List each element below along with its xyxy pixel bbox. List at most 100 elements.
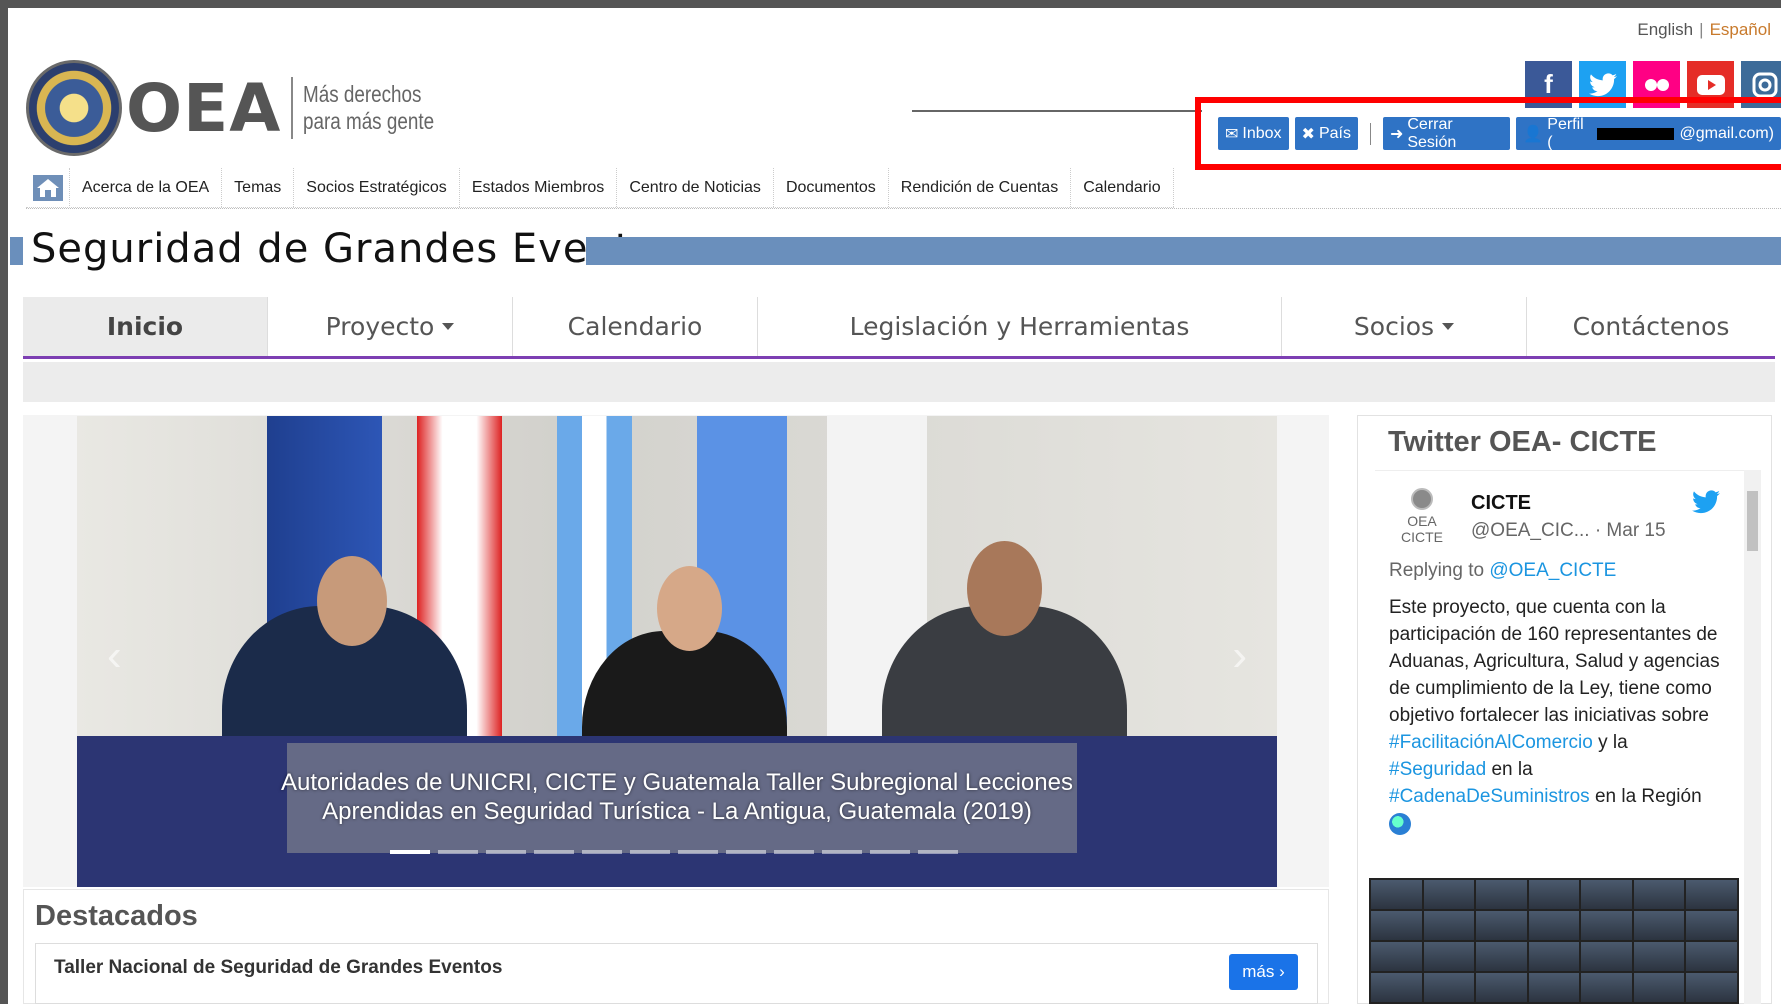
header-divider [912, 110, 1202, 112]
nav-socios-estrategicos[interactable]: Socios Estratégicos [294, 168, 460, 207]
nav-documentos[interactable]: Documentos [774, 168, 889, 207]
carousel-indicator[interactable] [726, 850, 766, 854]
person-right-head [967, 541, 1042, 636]
userbar-separator [1369, 122, 1371, 145]
tweet-region: en la Región [1589, 786, 1702, 807]
tab-calendario-label: Calendario [567, 312, 703, 341]
avatar-line-1: OEA [1407, 513, 1437, 529]
pais-label: País [1318, 124, 1351, 142]
more-label: más [1242, 962, 1275, 981]
pais-button[interactable]: ✖ País [1294, 117, 1358, 150]
tagline-line-2: para más gente [303, 108, 435, 134]
carousel-indicator[interactable] [390, 850, 430, 854]
top-navigation: Acerca de la OEA Temas Socios Estratégic… [26, 168, 1174, 208]
caption-line-2: Aprendidas en Seguridad Turística - La A… [322, 798, 1032, 825]
image-carousel[interactable]: Autoridades de UNICRI, CICTE y Guatemala… [77, 416, 1277, 887]
carousel-indicator[interactable] [870, 850, 910, 854]
carousel-indicator[interactable] [678, 850, 718, 854]
profile-label-prefix: Perfil ( [1547, 115, 1584, 151]
video-call-tile [1581, 880, 1632, 909]
nav-calendario[interactable]: Calendario [1071, 168, 1174, 207]
lang-espanol-link[interactable]: Español [1710, 20, 1771, 39]
oas-seal-icon [26, 60, 122, 156]
video-call-tile [1371, 911, 1422, 940]
avatar-line-2: CICTE [1401, 529, 1443, 545]
twitter-bird-icon[interactable] [1692, 490, 1722, 514]
chevron-left-icon[interactable]: ‹ [107, 631, 122, 681]
video-call-tile [1423, 973, 1475, 1002]
nav-centro-noticias[interactable]: Centro de Noticias [617, 168, 774, 207]
tweet-media-image[interactable] [1369, 878, 1739, 1004]
logo-tagline: Más derechos para más gente [303, 81, 434, 135]
video-call-tile [1581, 911, 1632, 940]
nav-estados-miembros[interactable]: Estados Miembros [460, 168, 618, 207]
video-call-tile [1633, 880, 1685, 909]
title-bar [586, 237, 1781, 265]
hashtag-facilitacion[interactable]: #FacilitaciónAlComercio [1389, 732, 1593, 753]
tab-inicio[interactable]: Inicio [23, 297, 268, 356]
nav-temas[interactable]: Temas [222, 168, 295, 207]
replying-handle-link[interactable]: @OEA_CICTE [1489, 560, 1616, 581]
video-call-tile [1476, 911, 1527, 940]
carousel-indicator[interactable] [774, 850, 814, 854]
home-link[interactable] [26, 168, 70, 208]
tab-calendario[interactable]: Calendario [513, 297, 758, 356]
carousel-indicators [390, 850, 958, 854]
video-call-tile [1686, 911, 1737, 940]
lang-english-link[interactable]: English [1637, 20, 1693, 39]
person-left-head [317, 556, 387, 646]
tweet-in: en la [1486, 759, 1533, 780]
user-toolbar: ✉ Inbox ✖ País ➜ Cerrar Sesión 👤 Perfil … [1218, 115, 1781, 151]
more-button[interactable]: más › [1229, 954, 1298, 990]
caret-down-icon [442, 323, 455, 330]
nav-acerca[interactable]: Acerca de la OEA [70, 168, 223, 207]
logout-button[interactable]: ➜ Cerrar Sesión [1382, 116, 1511, 151]
carousel-indicator[interactable] [630, 850, 670, 854]
tab-proyecto[interactable]: Proyecto [268, 297, 513, 356]
hashtag-cadena[interactable]: #CadenaDeSuministros [1389, 786, 1590, 807]
profile-button[interactable]: 👤 Perfil (@gmail.com) [1516, 115, 1781, 151]
destacados-item-title[interactable]: Taller Nacional de Seguridad de Grandes … [54, 957, 502, 979]
video-call-tile [1476, 880, 1527, 909]
chevron-right-icon: › [1279, 962, 1285, 981]
tab-socios-label: Socios [1353, 312, 1435, 341]
replying-prefix: Replying to [1389, 560, 1490, 581]
tab-inicio-label: Inicio [106, 312, 184, 341]
chevron-right-icon[interactable]: › [1232, 631, 1247, 681]
home-icon [32, 175, 63, 201]
nav-rendicion-cuentas[interactable]: Rendición de Cuentas [889, 168, 1072, 207]
inbox-button[interactable]: ✉ Inbox [1218, 117, 1289, 150]
video-call-tile [1686, 880, 1737, 909]
tagline-line-1: Más derechos [303, 81, 422, 107]
carousel-indicator[interactable] [438, 850, 478, 854]
carousel-indicator[interactable] [582, 850, 622, 854]
carousel-indicator[interactable] [822, 850, 862, 854]
tab-socios[interactable]: Socios [1282, 297, 1527, 356]
video-call-tile [1423, 880, 1475, 909]
video-call-tile [1423, 911, 1475, 940]
seal-icon [1411, 488, 1433, 510]
oea-logo[interactable]: OEA Más derechos para más gente [26, 60, 463, 156]
page-title: Seguridad de Grandes Eventos [31, 226, 679, 272]
envelope-icon: ✉ [1225, 125, 1239, 143]
video-call-tile [1528, 880, 1580, 909]
hashtag-seguridad[interactable]: #Seguridad [1389, 759, 1486, 780]
cicte-avatar[interactable]: OEA CICTE [1400, 488, 1444, 550]
tweet-author-name[interactable]: CICTE [1471, 492, 1531, 515]
tab-legislacion[interactable]: Legislación y Herramientas [758, 297, 1282, 356]
language-switch: English | Español [1637, 20, 1771, 40]
feed-scrollbar-thumb[interactable] [1747, 491, 1758, 551]
window-frame-left [0, 0, 8, 1004]
carousel-indicator[interactable] [486, 850, 526, 854]
sign-out-icon: ➜ [1389, 125, 1404, 143]
video-call-tile [1371, 973, 1422, 1002]
logo-acronym: OEA [126, 69, 282, 147]
lang-separator: | [1699, 20, 1704, 39]
title-marker [10, 237, 23, 265]
tab-contactenos[interactable]: Contáctenos [1527, 297, 1775, 356]
carousel-indicator[interactable] [918, 850, 958, 854]
tab-legislacion-label: Legislación y Herramientas [849, 312, 1190, 341]
tweet-handle-date[interactable]: @OEA_CIC... · Mar 15 [1471, 520, 1666, 542]
carousel-indicator[interactable] [534, 850, 574, 854]
video-call-tile [1423, 942, 1475, 971]
